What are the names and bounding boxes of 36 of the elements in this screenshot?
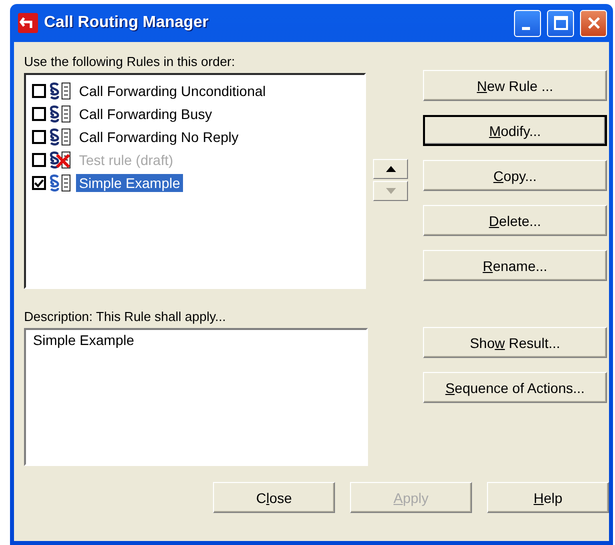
rule-icon: [49, 128, 73, 146]
dialog-button[interactable]: Help: [487, 482, 609, 513]
window-title: Call Routing Manager: [44, 14, 210, 32]
minimize-button[interactable]: [514, 10, 541, 36]
rule-disabled-icon: [49, 151, 73, 169]
rule-button[interactable]: Modify...: [423, 115, 607, 146]
rule-button[interactable]: Rename...: [423, 250, 607, 281]
close-button[interactable]: [580, 10, 607, 36]
minimize-icon: [522, 26, 530, 30]
rule-button[interactable]: New Rule ...: [423, 70, 607, 101]
maximize-button[interactable]: [547, 10, 574, 36]
checkbox[interactable]: [32, 176, 46, 190]
rule-icon: [49, 105, 73, 123]
checkbox[interactable]: [32, 130, 46, 144]
checkbox[interactable]: [32, 84, 46, 98]
close-icon: [586, 16, 600, 30]
checkbox[interactable]: [32, 107, 46, 121]
maximize-icon: [554, 16, 568, 30]
move-up-button[interactable]: [373, 159, 408, 179]
action-button[interactable]: Sequence of Actions...: [423, 372, 607, 403]
rule-item[interactable]: Simple Example: [76, 174, 184, 192]
app-icon: [18, 13, 38, 33]
rule-item[interactable]: Call Forwarding Unconditional: [76, 82, 269, 100]
description-text: Simple Example: [33, 332, 134, 348]
rule-item[interactable]: Call Forwarding No Reply: [76, 128, 242, 146]
up-triangle-icon: [386, 166, 396, 172]
rule-button[interactable]: Copy...: [423, 160, 607, 191]
rule-icon: [49, 174, 73, 192]
description-label: Description: This Rule shall apply...: [24, 309, 227, 325]
down-triangle-icon: [386, 188, 396, 194]
dialog-button[interactable]: Close: [213, 482, 335, 513]
rule-button[interactable]: Delete...: [423, 205, 607, 236]
action-button[interactable]: Show Result...: [423, 327, 607, 358]
rules-label: Use the following Rules in this order:: [24, 54, 236, 70]
rule-item[interactable]: Call Forwarding Busy: [76, 105, 216, 123]
rule-icon: [49, 82, 73, 100]
